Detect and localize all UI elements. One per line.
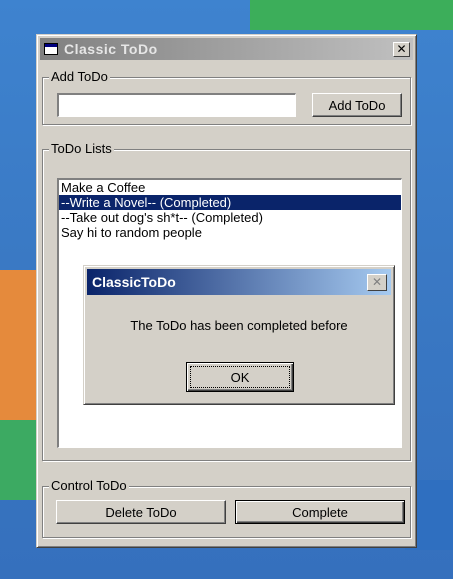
window-close-button[interactable]: ✕ [393, 41, 410, 57]
desktop-decoration [0, 420, 40, 500]
window-titlebar[interactable]: Classic ToDo ✕ [40, 38, 413, 60]
todo-lists-legend: ToDo Lists [49, 141, 114, 156]
desktop-decoration [0, 270, 40, 420]
dialog-message: The ToDo has been completed before [130, 318, 348, 333]
list-item[interactable]: --Write a Novel-- (Completed) [59, 195, 401, 210]
add-todo-button[interactable]: Add ToDo [312, 93, 402, 117]
complete-button[interactable]: Complete [235, 500, 405, 524]
ok-button[interactable]: OK [186, 362, 294, 392]
add-todo-legend: Add ToDo [49, 69, 110, 84]
list-item[interactable]: --Take out dog's sh*t-- (Completed) [59, 210, 401, 225]
control-todo-legend: Control ToDo [49, 478, 129, 493]
window-title: Classic ToDo [64, 41, 158, 57]
delete-todo-button[interactable]: Delete ToDo [56, 500, 226, 524]
app-window-icon [44, 43, 58, 55]
list-item[interactable]: Make a Coffee [59, 180, 401, 195]
control-todo-group: Control ToDo Delete ToDo Complete [42, 478, 411, 538]
message-dialog: ClassicToDo ✕ The ToDo has been complete… [83, 265, 395, 405]
add-todo-group: Add ToDo Add ToDo [42, 69, 411, 125]
ok-button-label: OK [230, 369, 250, 385]
todo-input[interactable] [57, 93, 296, 117]
dialog-title: ClassicToDo [92, 274, 176, 290]
dialog-titlebar[interactable]: ClassicToDo ✕ [87, 269, 391, 295]
desktop-decoration [250, 0, 453, 30]
dialog-close-button[interactable]: ✕ [367, 273, 387, 291]
list-item[interactable]: Say hi to random people [59, 225, 401, 240]
